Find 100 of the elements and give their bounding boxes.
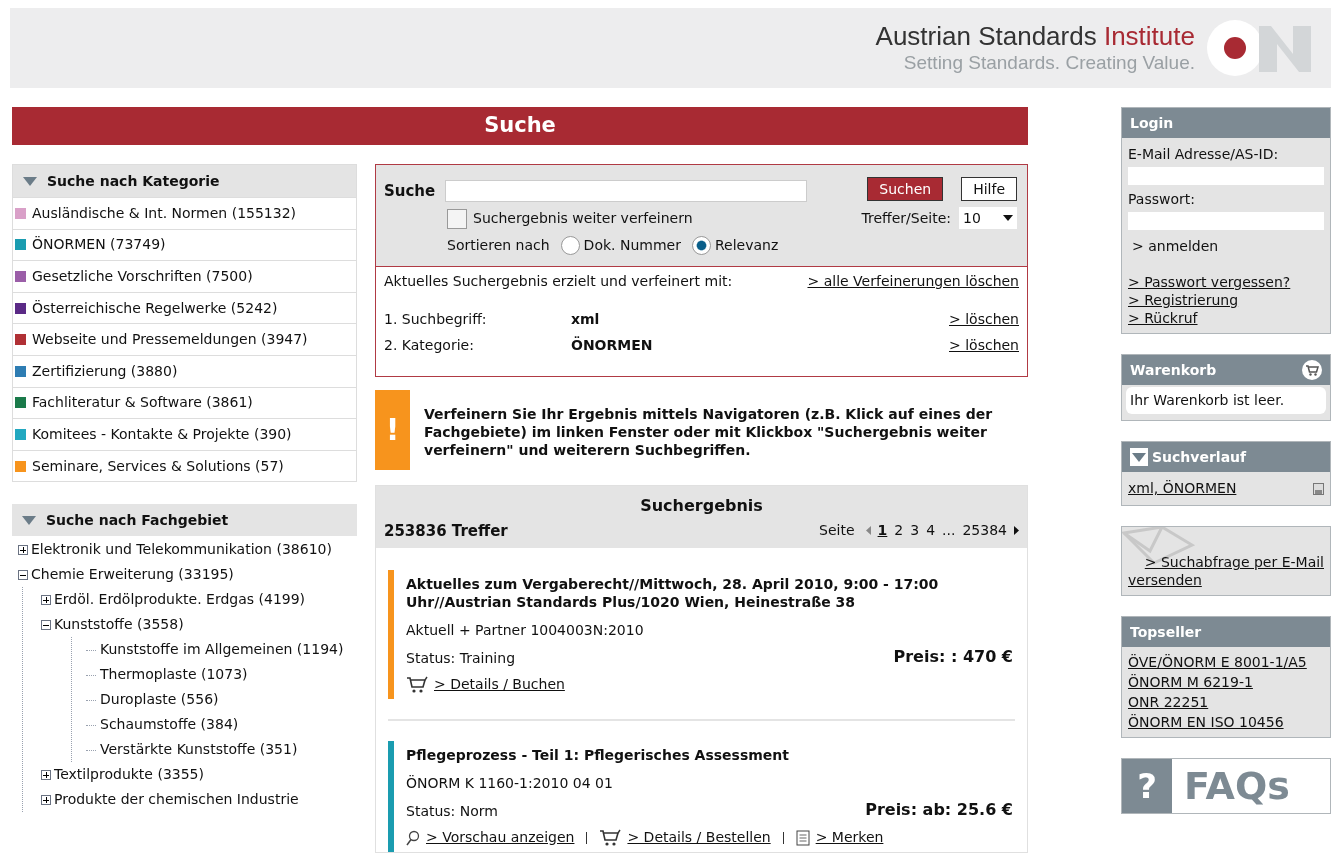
expand-box-icon[interactable]: [18, 545, 28, 556]
hit-count: 253836 Treffer: [384, 520, 508, 542]
category-item[interactable]: ÖNORMEN (73749): [13, 228, 356, 261]
radio-label: Dok. Nummer: [583, 235, 681, 255]
result-action-link[interactable]: > Vorschau anzeigen: [426, 827, 575, 848]
tree-item[interactable]: Schaumstoffe (384): [100, 716, 239, 734]
tree-item[interactable]: Chemie Erweiterung (33195): [31, 566, 234, 584]
history-link[interactable]: xml, ÖNORMEN: [1128, 478, 1237, 499]
category-item[interactable]: Webseite und Pressemeldungen (3947): [13, 323, 356, 355]
collapse-box-icon[interactable]: [41, 620, 51, 631]
radio-label: Relevanz: [714, 235, 779, 255]
search-label: Suche: [384, 181, 436, 202]
brand-name: Austrian Standards Institute: [875, 21, 1195, 51]
save-icon[interactable]: [1313, 482, 1324, 495]
tree-item[interactable]: Thermoplaste (1073): [100, 666, 248, 684]
account-link[interactable]: > Registrierung: [1128, 291, 1324, 309]
search-button[interactable]: Suchen: [867, 177, 944, 201]
result-title[interactable]: Aktuelles zum Vergaberecht//Mittwoch, 28. April 2010, 9:00 - 17:00 Uhr//Austrian Standards Plus/1020 Wien, Heinestraße 38: [406, 570, 1013, 611]
result-action-link[interactable]: > Details / Buchen: [434, 674, 565, 695]
topseller-link[interactable]: ONR 22251: [1128, 693, 1324, 711]
category-item[interactable]: Seminare, Services & Solutions (57): [13, 449, 356, 482]
remove-link[interactable]: > löschen: [949, 308, 1019, 330]
section-title: Suche nach Fachgebiet: [46, 510, 229, 530]
tree-item[interactable]: Produkte der chemischen Industrie: [54, 791, 299, 809]
notice-text: Verfeinern Sie Ihr Ergebnis mittels Navigatoren (z.B. Klick auf eines der Fachgebiete) im linken Fenster oder mit Klickbox "Suchergebnis weiter verfeinern" und weiterern Suchbegriffen.: [424, 404, 994, 460]
warning-badge: !: [375, 389, 410, 470]
panel-title: Login: [1130, 113, 1174, 133]
cart-message: Ihr Warenkorb ist leer.: [1126, 387, 1326, 414]
result-action-link[interactable]: > Merken: [815, 827, 884, 848]
faq-label: FAQs: [1172, 759, 1330, 813]
faq-mark: ?: [1136, 764, 1158, 808]
help-button[interactable]: Hilfe: [961, 177, 1017, 201]
expand-box-icon[interactable]: [41, 770, 51, 781]
magnifier-icon: [406, 829, 420, 846]
radio-button[interactable]: [560, 235, 580, 255]
result-title[interactable]: Pflegeprozess - Teil 1: Pflegerisches Assessment: [406, 741, 1013, 764]
panel-title: Warenkorb: [1130, 360, 1217, 380]
tagline: Setting Standards. Creating Value.: [902, 51, 1195, 75]
topseller-link[interactable]: ÖVE/ÖNORM E 8001-1/A5: [1128, 653, 1324, 671]
topseller-link[interactable]: ÖNORM M 6219-1: [1128, 673, 1324, 691]
result-price: Preis: : 470 €: [893, 646, 1013, 668]
result-action-link[interactable]: > Details / Bestellen: [627, 827, 771, 848]
refinement-value: xml: [571, 309, 601, 329]
email-query-link[interactable]: > Suchabfrage per E-Mail versenden: [1128, 553, 1324, 589]
remove-link[interactable]: > löschen: [949, 334, 1019, 356]
page-title-bar: Suche: [12, 107, 1028, 145]
category-item[interactable]: Gesetzliche Vorschriften (7500): [13, 260, 356, 292]
per-page-label: Treffer/Seite:: [861, 208, 951, 228]
section-title: Suche nach Kategorie: [47, 171, 220, 191]
tree-item[interactable]: Erdöl. Erdölprodukte. Erdgas (4199): [54, 591, 306, 609]
next-icon[interactable]: [1014, 526, 1019, 536]
radio-button[interactable]: [691, 235, 711, 255]
result-meta: Aktuell + Partner 1004003N:2010: [406, 621, 645, 640]
results-title: Suchergebnis: [639, 494, 764, 517]
page-link[interactable]: ...: [942, 520, 956, 542]
logo-icon: [1207, 20, 1313, 76]
password-field[interactable]: [1128, 211, 1324, 230]
page-link[interactable]: 3: [910, 520, 920, 542]
category-item[interactable]: Zertifizierung (3880): [13, 354, 356, 387]
cart-icon[interactable]: [1302, 360, 1322, 380]
page-link[interactable]: 25384: [962, 520, 1007, 542]
account-link[interactable]: > Passwort vergessen?: [1128, 273, 1324, 291]
expand-box-icon[interactable]: [41, 795, 51, 806]
cart-icon: [599, 828, 622, 847]
expand-box-icon[interactable]: [41, 595, 51, 606]
refinement-label: 1. Suchbegriff:: [384, 309, 488, 329]
email-field[interactable]: [1128, 166, 1324, 185]
dropdown-caret-icon[interactable]: [1003, 215, 1013, 221]
search-field[interactable]: [445, 180, 808, 203]
tree-item[interactable]: Kunststoffe im Allgemeinen (1194): [100, 641, 344, 659]
tree-item[interactable]: Textilprodukte (3355): [54, 766, 204, 784]
sort-label: Sortieren nach: [447, 235, 550, 255]
category-item[interactable]: Komitees - Kontakte & Projekte (390): [13, 418, 356, 450]
cart-icon: [406, 675, 428, 694]
topseller-link[interactable]: ÖNORM EN ISO 10456: [1128, 713, 1324, 731]
tree-item[interactable]: Elektronik und Telekommunikation (38610): [31, 541, 332, 559]
tree-item[interactable]: Duroplaste (556): [100, 691, 219, 709]
page-link[interactable]: 2: [894, 520, 904, 542]
login-link[interactable]: > anmelden: [1132, 236, 1324, 257]
refinement-label: 2. Kategorie:: [384, 335, 475, 355]
document-icon: [795, 829, 810, 846]
faq-banner[interactable]: ? FAQs: [1121, 758, 1331, 814]
collapse-box-icon[interactable]: [18, 570, 28, 581]
per-page-select[interactable]: 10: [959, 207, 1017, 229]
category-item[interactable]: Fachliteratur & Software (3861): [13, 386, 356, 419]
refinement-value: ÖNORMEN: [571, 335, 654, 355]
category-item[interactable]: Österreichische Regelwerke (5242): [13, 291, 356, 324]
checkbox-label: Suchergebnis weiter verfeinern: [473, 208, 693, 228]
result-status: Status: Norm: [406, 802, 498, 821]
page-link[interactable]: 1: [877, 520, 888, 542]
tree-item[interactable]: Verstärkte Kunststoffe (351): [100, 741, 298, 759]
tree-item[interactable]: Kunststoffe (3558): [54, 616, 184, 634]
category-item[interactable]: Ausländische & Int. Normen (155132): [13, 197, 356, 229]
clear-all-link[interactable]: > alle Verfeinerungen löschen: [807, 270, 1019, 292]
previous-icon[interactable]: [865, 526, 871, 536]
account-link[interactable]: > Rückruf: [1128, 309, 1324, 327]
checkbox[interactable]: [447, 208, 467, 229]
field-label: Passwort:: [1128, 190, 1196, 209]
panel-title: Suchverlauf: [1152, 447, 1247, 467]
page-link[interactable]: 4: [926, 520, 936, 542]
